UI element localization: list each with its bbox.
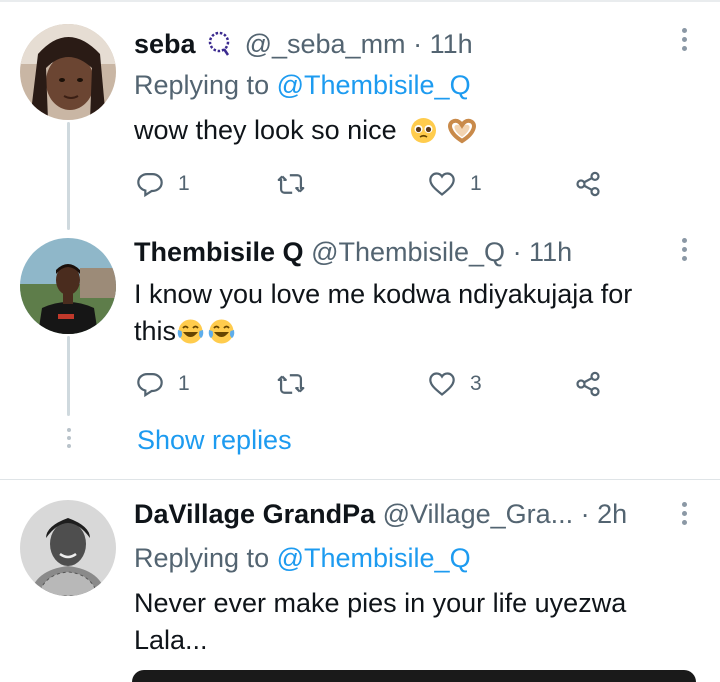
tweet-text-content: this [134,316,177,346]
tweet-text-line-2: Lala... [134,625,208,655]
tweet-author-line[interactable]: DaVillage GrandPa @Village_Gra... · 2h [134,498,627,530]
tweet-author-line[interactable]: seba @_seba_mm · 11h [134,28,473,64]
pleading-face-emoji-icon [410,117,437,144]
share-button[interactable] [574,370,602,398]
thread-continuation-dots [66,428,72,452]
tweet-text-line: I know you love me kodwa ndiyakujaja for [134,279,633,309]
tweet-text-content: wow they look so nice [134,115,397,145]
tweet-text: I know you love me kodwa ndiyakujaja for… [134,276,694,350]
reply-button[interactable]: 1 [136,170,190,198]
thread-line [67,336,70,416]
top-divider [0,0,720,2]
author-handle[interactable]: @Village_Gra... [383,499,574,529]
author-name[interactable]: Thembisile Q [134,237,304,267]
heart-hands-emoji-icon [445,117,479,144]
rosary-emoji-icon [207,31,231,64]
retweet-icon [277,374,305,394]
share-icon [576,171,600,197]
like-button[interactable]: 3 [428,370,482,398]
reply-count: 1 [178,372,190,395]
retweet-button[interactable] [276,370,306,398]
author-handle[interactable]: @Thembisile_Q [311,237,505,267]
more-options-icon[interactable] [680,238,688,264]
tweet-text-line-2: this [134,313,694,350]
show-replies-link[interactable]: Show replies [137,424,292,456]
tweet-media-preview[interactable] [132,670,696,682]
tweet-divider [0,479,720,480]
reply-button[interactable]: 1 [136,370,190,398]
replying-to-mention[interactable]: @Thembisile_Q [277,70,471,100]
avatar[interactable] [20,500,116,596]
thread-line [67,122,70,230]
tweet-text: wow they look so nice [134,112,694,149]
heart-icon [429,172,455,196]
tears-of-joy-emoji-icon [208,318,235,345]
reply-icon [137,372,163,398]
tweet-author-line[interactable]: Thembisile Q @Thembisile_Q · 11h [134,236,572,268]
replying-to: Replying to @Thembisile_Q [134,542,471,574]
retweet-button[interactable] [276,170,306,198]
share-icon [576,371,600,397]
avatar[interactable] [20,24,116,120]
replying-to-mention[interactable]: @Thembisile_Q [277,543,471,573]
reply-icon [137,172,163,198]
like-count: 3 [470,372,482,395]
tears-of-joy-emoji-icon [177,318,204,345]
tweet-time[interactable]: · 11h [513,237,573,267]
more-options-icon[interactable] [680,502,688,528]
tweet-text-line: Never ever make pies in your life uyezwa [134,588,627,618]
replying-to-label: Replying to [134,543,277,573]
heart-icon [429,372,455,396]
share-button[interactable] [574,170,602,198]
reply-count: 1 [178,172,190,195]
author-name[interactable]: DaVillage GrandPa [134,499,375,529]
retweet-icon [277,174,305,194]
tweet-time[interactable]: · 2h [581,499,628,529]
tweet-time[interactable]: · 11h [413,29,473,59]
like-button[interactable]: 1 [428,170,482,198]
replying-to: Replying to @Thembisile_Q [134,69,471,101]
replying-to-label: Replying to [134,70,277,100]
more-options-icon[interactable] [680,28,688,54]
author-name[interactable]: seba [134,29,196,59]
author-handle[interactable]: @_seba_mm [245,29,406,59]
like-count: 1 [470,172,482,195]
tweet-text: Never ever make pies in your life uyezwa… [134,585,694,659]
avatar[interactable] [20,238,116,334]
